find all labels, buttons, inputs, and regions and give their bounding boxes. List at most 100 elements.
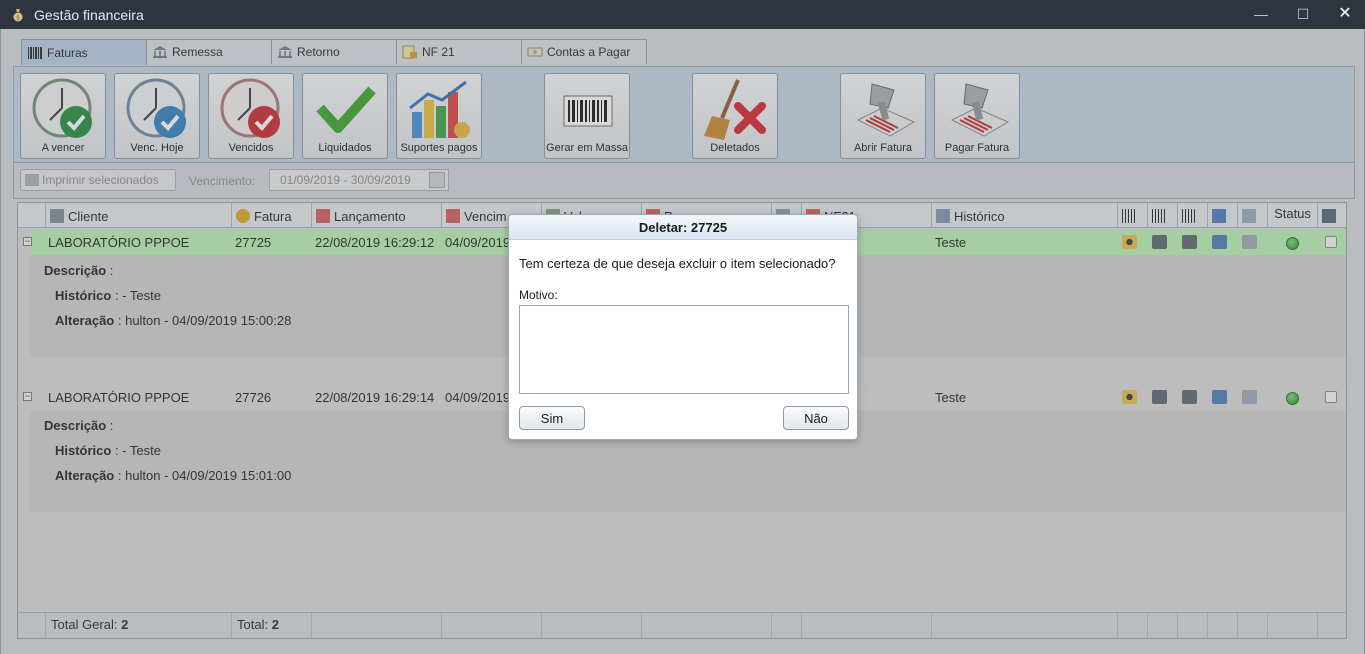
dialog-title: Deletar: 27725 xyxy=(509,215,857,240)
header-print[interactable] xyxy=(1317,203,1346,228)
tab-label: Contas a Pagar xyxy=(547,45,631,59)
header-lancamento[interactable]: Lançamento xyxy=(311,203,441,228)
maximize-button[interactable]: ☐ xyxy=(1292,4,1314,24)
detail-alteracao: Alteração : hulton - 04/09/2019 15:01:00 xyxy=(55,468,292,483)
printer-icon xyxy=(25,174,39,186)
document-add-icon[interactable] xyxy=(1212,390,1227,404)
print-selected-label: Imprimir selecionados xyxy=(42,173,159,187)
title-bar: $ Gestão financeira — ☐ ✕ xyxy=(0,0,1365,29)
print-icon[interactable] xyxy=(1152,235,1167,249)
print-icon[interactable] xyxy=(1152,390,1167,404)
clock-check-icon xyxy=(32,78,92,138)
vencimento-label: Vencimento: xyxy=(189,174,256,188)
collapse-toggle[interactable]: − xyxy=(23,237,32,246)
bar-chart-icon xyxy=(409,80,470,138)
venc-hoje-button[interactable]: Venc. Hoje xyxy=(114,73,200,159)
collapse-toggle[interactable]: − xyxy=(23,392,32,401)
row-checkbox[interactable] xyxy=(1325,236,1337,248)
header-barcode-2[interactable] xyxy=(1147,203,1177,228)
abrir-fatura-button[interactable]: Abrir Fatura xyxy=(840,73,926,159)
toolbar: A vencer Venc. Hoje Vencidos Liquidados … xyxy=(13,66,1355,163)
dialog-message: Tem certeza de que deseja excluir o item… xyxy=(519,256,836,271)
deletados-button[interactable]: Deletados xyxy=(692,73,778,159)
barcode-icon xyxy=(27,46,43,60)
detail-descricao: Descrição : xyxy=(44,263,114,278)
document-add-icon[interactable] xyxy=(1212,235,1227,249)
print-icon[interactable] xyxy=(1182,235,1197,249)
suportes-pagos-button[interactable]: Suportes pagos xyxy=(396,73,482,159)
status-green-icon xyxy=(1286,392,1299,405)
vencidos-label: Vencidos xyxy=(228,142,274,154)
history-icon xyxy=(936,209,950,223)
suportes-pagos-label: Suportes pagos xyxy=(400,142,478,154)
header-barcode-1[interactable] xyxy=(1117,203,1147,228)
pagar-fatura-button[interactable]: Pagar Fatura xyxy=(934,73,1020,159)
print-icon[interactable] xyxy=(1182,390,1197,404)
tab-label: Faturas xyxy=(47,45,88,60)
vencimento-range-field[interactable]: 01/09/2019 - 30/09/2019 xyxy=(269,169,449,191)
svg-text:$: $ xyxy=(16,14,20,21)
tab-contas-a-pagar[interactable]: Contas a Pagar xyxy=(521,39,647,64)
printer-icon xyxy=(1322,209,1336,223)
header-email[interactable] xyxy=(1237,203,1267,228)
email-icon[interactable] xyxy=(1242,235,1257,249)
view-eye-icon[interactable] xyxy=(1122,390,1137,404)
tab-faturas[interactable]: Faturas xyxy=(21,39,147,65)
barcode-icon xyxy=(563,95,613,127)
cell-historico: Teste xyxy=(935,390,967,405)
a-vencer-button[interactable]: A vencer xyxy=(20,73,106,159)
cell-lancamento: 22/08/2019 16:29:12 xyxy=(315,235,435,250)
cell-cliente: LABORATÓRIO PPPOE xyxy=(48,235,190,250)
cell-fatura: 27726 xyxy=(235,390,272,405)
minimize-button[interactable]: — xyxy=(1250,4,1272,24)
vencimento-range-value: 01/09/2019 - 30/09/2019 xyxy=(280,173,411,187)
cell-vencimento: 04/09/2019 xyxy=(445,390,511,405)
email-icon xyxy=(1242,209,1256,223)
detail-historico: Histórico : - Teste xyxy=(55,288,161,303)
liquidados-label: Liquidados xyxy=(318,142,372,154)
header-fatura[interactable]: Fatura xyxy=(231,203,311,228)
tab-bar: Faturas Remessa Retorno NF 21 Contas a P… xyxy=(21,39,647,66)
abrir-fatura-label: Abrir Fatura xyxy=(853,142,913,154)
header-historico[interactable]: Histórico xyxy=(931,203,1117,228)
a-vencer-label: A vencer xyxy=(41,142,85,154)
gerar-em-massa-label: Gerar em Massa xyxy=(546,142,628,154)
header-doc-add[interactable] xyxy=(1207,203,1237,228)
email-icon[interactable] xyxy=(1242,390,1257,404)
header-cliente[interactable]: Cliente xyxy=(45,203,231,228)
print-selected-button[interactable]: Imprimir selecionados xyxy=(20,169,176,191)
barcode-scanner-icon xyxy=(950,83,1010,137)
pagar-fatura-label: Pagar Fatura xyxy=(944,142,1010,154)
bank-icon xyxy=(277,45,293,59)
grid-footer: Total Geral: 2 Total: 2 xyxy=(18,612,1346,638)
tab-nf21[interactable]: NF 21 xyxy=(396,39,522,64)
row-checkbox[interactable] xyxy=(1325,391,1337,403)
tab-remessa[interactable]: Remessa xyxy=(146,39,272,64)
header-barcode-3[interactable] xyxy=(1177,203,1207,228)
window-title: Gestão financeira xyxy=(34,6,144,23)
calendar-icon[interactable] xyxy=(429,172,445,188)
cell-historico: Teste xyxy=(935,235,967,250)
detail-historico: Histórico : - Teste xyxy=(55,443,161,458)
sim-button[interactable]: Sim xyxy=(519,406,585,430)
cell-fatura: 27725 xyxy=(235,235,272,250)
clock-check-icon xyxy=(220,78,280,138)
barcode-scanner-icon xyxy=(856,83,916,137)
header-status[interactable]: Status xyxy=(1267,203,1317,228)
delete-dialog: Deletar: 27725 Tem certeza de que deseja… xyxy=(508,214,858,440)
deletados-label: Deletados xyxy=(710,142,760,154)
close-button[interactable]: ✕ xyxy=(1334,4,1356,24)
nao-button[interactable]: Não xyxy=(783,406,849,430)
tab-label: Remessa xyxy=(172,45,223,59)
liquidados-button[interactable]: Liquidados xyxy=(302,73,388,159)
venc-hoje-label: Venc. Hoje xyxy=(130,142,184,154)
gerar-em-massa-button[interactable]: Gerar em Massa xyxy=(544,73,630,159)
vencidos-button[interactable]: Vencidos xyxy=(208,73,294,159)
tab-label: NF 21 xyxy=(422,45,455,59)
view-eye-icon[interactable] xyxy=(1122,235,1137,249)
motivo-input[interactable] xyxy=(519,305,849,394)
cell-vencimento: 04/09/2019 xyxy=(445,235,511,250)
cell-cliente: LABORATÓRIO PPPOE xyxy=(48,390,190,405)
client-icon xyxy=(50,209,64,223)
tab-retorno[interactable]: Retorno xyxy=(271,39,397,64)
